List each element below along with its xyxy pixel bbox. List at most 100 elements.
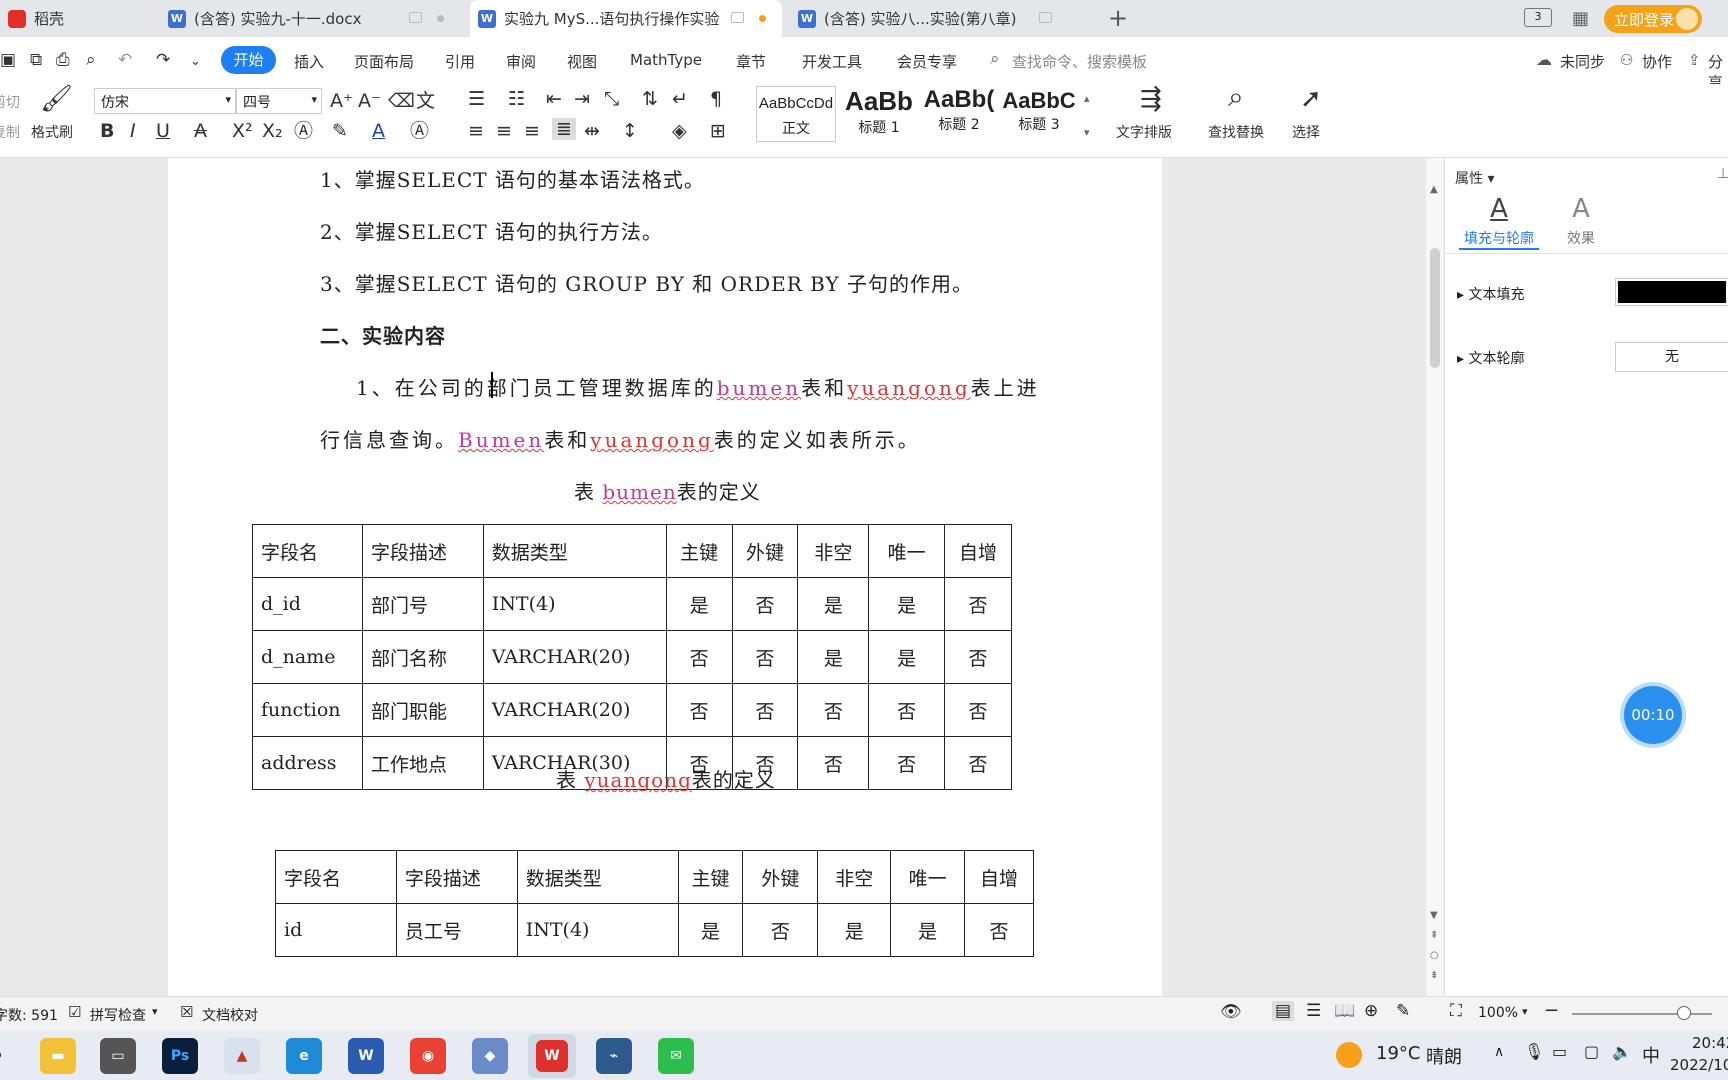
weather-desc[interactable]: 晴朗 [1426, 1043, 1462, 1069]
eye-protect-icon[interactable]: 👁 [1220, 1002, 1242, 1022]
pin-icon[interactable]: ⊥ [1717, 166, 1728, 182]
menu-view[interactable]: 视图 [567, 51, 597, 72]
menu-insert[interactable]: 插入 [294, 51, 324, 72]
line-spacing-icon[interactable]: ↕ [622, 120, 638, 142]
doc-proof-button[interactable]: 文档校对 [202, 1005, 258, 1025]
page-view-icon[interactable]: ▤ [1272, 1001, 1295, 1021]
menu-review[interactable]: 审阅 [506, 51, 536, 72]
menu-mathtype[interactable]: MathType [630, 51, 702, 69]
document-page[interactable]: 1、掌握SELECT 语句的基本语法格式。 2、掌握SELECT 语句的执行方法… [168, 158, 1162, 996]
zoom-slider[interactable] [1572, 1013, 1712, 1015]
styles-scroll-up-icon[interactable]: ▴ [1084, 88, 1090, 110]
grid-apps-icon[interactable]: ▦ [1572, 8, 1589, 29]
underline-icon[interactable]: U [156, 120, 170, 142]
scrollbar-thumb[interactable] [1430, 248, 1440, 368]
menu-start[interactable]: 开始 [221, 46, 276, 74]
subscript-icon[interactable]: X₂ [262, 120, 283, 142]
tab-doc-1[interactable]: W (含答) 实验九-十一.docx [160, 0, 460, 37]
clock-date[interactable]: 2022/10 [1670, 1056, 1728, 1074]
increase-indent-icon[interactable]: ⇥ [574, 88, 590, 110]
text-layout-button[interactable]: 文字排版 [1116, 122, 1172, 142]
shrink-font-icon[interactable]: A⁻ [358, 90, 381, 112]
text-layout-icon[interactable]: ⇶ [1140, 86, 1162, 112]
text-outline-select[interactable]: 无 [1615, 342, 1728, 372]
browse-object-icon[interactable]: ○ [1430, 950, 1439, 961]
tab-doc-3[interactable]: W (含答) 实验八...实验(第八章) [790, 0, 1090, 37]
strikethrough-icon[interactable]: A [194, 120, 207, 142]
find-replace-icon[interactable]: ⌕ [1228, 83, 1244, 111]
copy-button[interactable]: 复制 [0, 122, 20, 142]
volume-icon[interactable]: 🔈 [1612, 1042, 1632, 1061]
tab-effect[interactable]: A 效果 [1555, 194, 1607, 250]
text-direction-icon[interactable]: ⤡ [604, 88, 619, 110]
tab-close-dot[interactable] [437, 15, 444, 22]
weather-temp[interactable]: 19°C [1376, 1043, 1420, 1064]
print-icon[interactable]: ⎙ [56, 49, 70, 71]
terminal-icon[interactable]: ▭ [100, 1038, 136, 1074]
word-count[interactable]: 字数: 591 [0, 1005, 58, 1025]
show-marks-icon[interactable]: ¶ [710, 88, 722, 110]
redo-icon[interactable]: ↷ [156, 49, 170, 71]
menu-references[interactable]: 引用 [445, 51, 475, 72]
next-page-icon[interactable]: ⇟ [1430, 970, 1438, 981]
panel-title[interactable]: 属性 ▾ [1455, 168, 1494, 188]
scroll-up-icon[interactable]: ▲ [1430, 184, 1438, 195]
decrease-indent-icon[interactable]: ⇤ [546, 88, 562, 110]
menu-member[interactable]: 会员专享 [897, 51, 957, 72]
document-area[interactable]: 1、掌握SELECT 语句的基本语法格式。 2、掌握SELECT 语句的执行方法… [0, 158, 1430, 996]
style-heading-3[interactable]: AaBbC 标题 3 [1000, 86, 1078, 142]
tab-daoke[interactable]: 稻壳 [0, 0, 150, 37]
text-fill-row[interactable]: ▸ 文本填充 [1457, 284, 1524, 304]
select-button[interactable]: 选择 [1292, 122, 1320, 142]
distributed-icon[interactable]: ⇹ [584, 120, 600, 142]
text-effect-icon[interactable]: Ⓐ [294, 120, 313, 142]
bold-icon[interactable]: B [100, 120, 114, 142]
web-view-icon[interactable]: ⊕ [1364, 1001, 1378, 1021]
word-icon[interactable]: W [348, 1038, 384, 1074]
grow-font-icon[interactable]: A⁺ [330, 90, 353, 112]
align-center-icon[interactable]: ≡ [496, 120, 512, 142]
chrome-icon[interactable]: ◉ [410, 1038, 446, 1074]
font-size-select[interactable]: 四号 ▾ [236, 88, 322, 114]
format-brush-label[interactable]: 格式刷 [31, 122, 73, 142]
phonetic-icon[interactable]: 文 [416, 90, 435, 112]
superscript-icon[interactable]: X² [232, 120, 253, 142]
menu-layout[interactable]: 页面布局 [354, 51, 414, 72]
format-brush-icon[interactable]: 🖌 [40, 86, 73, 112]
zoom-out-button[interactable]: − [1544, 1000, 1559, 1021]
zoom-level[interactable]: 100% [1478, 1005, 1518, 1021]
bullet-list-icon[interactable]: ☰ [468, 88, 485, 110]
scroll-down-icon[interactable]: ▼ [1430, 910, 1438, 921]
outline-view-icon[interactable]: ☰ [1306, 1001, 1321, 1021]
battery-icon[interactable]: ▭ [1552, 1042, 1567, 1061]
font-color-icon[interactable]: A [372, 120, 385, 142]
cut-button[interactable]: 剪切 [0, 92, 20, 112]
preview-icon[interactable]: ⌕ [86, 49, 96, 71]
photoshop-icon[interactable]: Ps [162, 1038, 198, 1074]
text-outline-row[interactable]: ▸ 文本轮廓 [1457, 348, 1524, 368]
matlab-icon[interactable]: ▲ [224, 1038, 260, 1074]
italic-icon[interactable]: I [130, 120, 136, 142]
edge-icon[interactable]: e [286, 1038, 322, 1074]
text-fill-color-swatch[interactable] [1615, 278, 1728, 306]
styles-more-icon[interactable]: ▾ [1084, 122, 1090, 144]
sync-status[interactable]: 未同步 [1560, 51, 1605, 72]
undo-icon[interactable]: ↶ [118, 49, 132, 71]
borders-icon[interactable]: ⊞ [710, 120, 726, 142]
multi-view-icon[interactable]: 3 [1524, 8, 1552, 27]
style-heading-1[interactable]: AaBb 标题 1 [840, 86, 918, 142]
login-button[interactable]: 立即登录 [1604, 5, 1702, 33]
chevron-up-icon[interactable]: ∧ [1494, 1044, 1504, 1060]
collab-button[interactable]: 协作 [1642, 51, 1672, 72]
tab-fill-outline[interactable]: A 填充与轮廓 [1459, 194, 1539, 250]
zoom-slider-thumb[interactable] [1677, 1006, 1691, 1020]
sort-icon[interactable]: ⇅ [642, 88, 658, 110]
clear-format-icon[interactable]: ⌫ [388, 90, 415, 112]
command-search-input[interactable]: 查找命令、搜索模板 [1012, 51, 1147, 72]
recording-timer[interactable]: 00:10 [1624, 686, 1682, 744]
char-border-icon[interactable]: Ⓐ [410, 120, 429, 142]
save-icon[interactable]: ▣ [0, 49, 16, 71]
wechat-icon[interactable]: ✉ [658, 1038, 694, 1074]
reading-view-icon[interactable]: 📖 [1334, 1001, 1355, 1021]
shading-icon[interactable]: ◈ [672, 120, 687, 142]
